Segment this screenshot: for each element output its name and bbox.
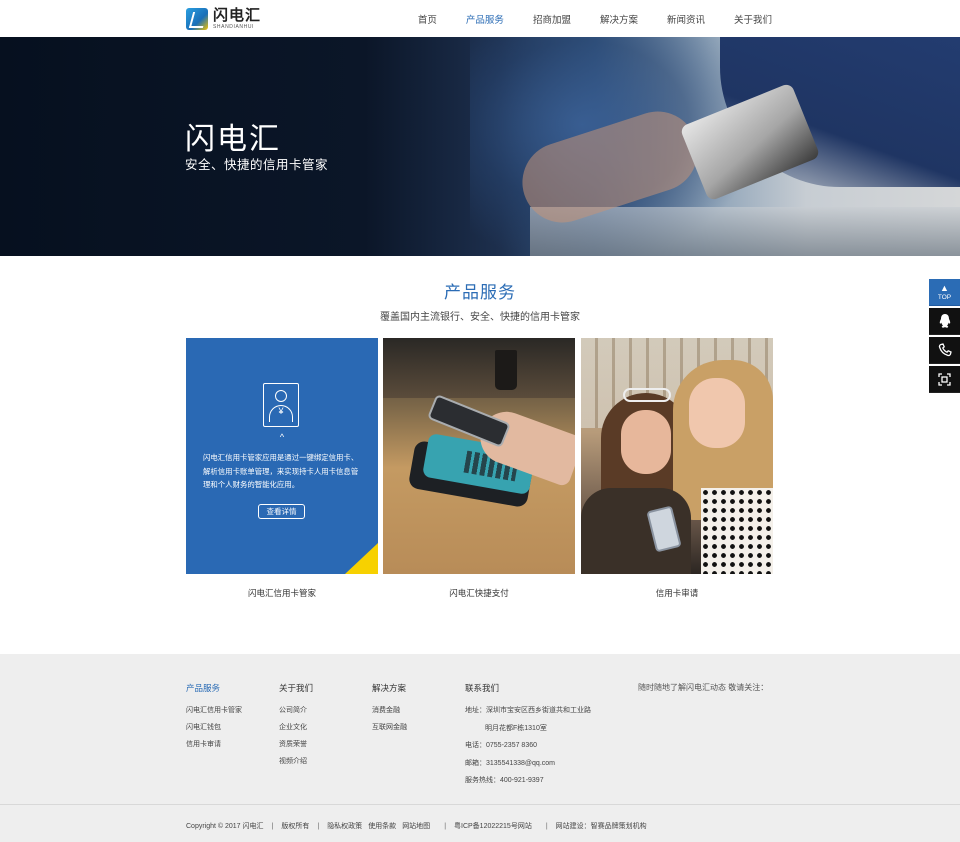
contact-email: 邮箱：3135541338@qq.com xyxy=(465,759,555,767)
back-to-top-button[interactable]: ▲ TOP xyxy=(929,279,960,306)
main-nav: 首页 产品服务 招商加盟 解决方案 新闻资讯 关于我们 xyxy=(389,0,772,37)
site-header: 闪电汇 SHANDIANHUI 首页 产品服务 招商加盟 解决方案 新闻资讯 关… xyxy=(0,0,960,37)
sitemap-link[interactable]: 网站地图 xyxy=(402,821,430,831)
footer-follow-text: 随时随地了解闪电汇动态 敬请关注： xyxy=(638,683,769,692)
section-subtitle: 覆盖国内主流银行、安全、快捷的信用卡管家 xyxy=(380,312,580,323)
card-caption-quick-pay[interactable]: 闪电汇快捷支付 xyxy=(383,587,575,599)
photo-sunglasses xyxy=(623,388,671,402)
copyright-text: Copyright © 2017 闪电汇 xyxy=(186,823,264,830)
footer-col-about: 关于我们 公司简介 企业文化 资质荣誉 视频介绍 xyxy=(279,682,313,774)
product-card-card-application[interactable] xyxy=(581,338,773,574)
product-card-quick-pay[interactable] xyxy=(383,338,575,574)
chevron-up-icon: ^ xyxy=(279,432,285,442)
footer-heading: 解决方案 xyxy=(372,683,407,693)
card-caption-credit-manager[interactable]: 闪电汇信用卡管家 xyxy=(186,587,378,599)
footer-link[interactable]: 消费金融 xyxy=(372,706,407,715)
footer-link[interactable]: 闪电汇钱包 xyxy=(186,723,242,732)
privacy-link[interactable]: 隐私权政策 xyxy=(327,821,362,831)
nav-item-franchise[interactable]: 招商加盟 xyxy=(533,12,571,26)
photo-person-right xyxy=(689,378,745,448)
footer-heading: 产品服务 xyxy=(186,683,221,693)
logo-subtext: SHANDIANHUI xyxy=(213,24,255,30)
contact-hotline: 服务热线：400-921-9397 xyxy=(465,777,544,784)
banner-subtitle: 安全、快捷的信用卡管家 xyxy=(185,158,329,172)
rights-text: 版权所有 xyxy=(281,823,310,830)
contact-phone: 电话：0755-2357 8360 xyxy=(465,742,537,749)
footer-col-products: 产品服务 闪电汇信用卡管家 闪电汇钱包 信用卡审请 xyxy=(186,682,242,757)
qrcode-button[interactable] xyxy=(929,366,960,393)
footer-divider xyxy=(0,804,960,805)
product-card-credit-manager[interactable]: ¥ ^ 闪电汇信用卡管家应用是通过一键绑定信用卡、解析信用卡账单管理，来实现持卡… xyxy=(186,338,378,574)
contact-address-line2: 明月花都F栋1310室 xyxy=(485,724,547,732)
footer-heading: 联系我们 xyxy=(465,683,500,693)
footer-bottom-bar: Copyright © 2017 闪电汇 | 版权所有 | 隐私权政策 使用条款… xyxy=(186,821,647,831)
nav-item-solutions[interactable]: 解决方案 xyxy=(600,12,638,26)
footer-heading: 关于我们 xyxy=(279,683,314,693)
contact-address: 地址：深圳市宝安区西乡街道共和工业路 xyxy=(465,707,591,714)
card-description: 闪电汇信用卡管家应用是通过一键绑定信用卡、解析信用卡账单管理，来实现持卡人用卡信… xyxy=(203,453,359,489)
nav-item-home[interactable]: 首页 xyxy=(418,12,437,26)
footer-col-contact: 联系我们 地址：深圳市宝安区西乡街道共和工业路 明月花都F栋1310室 电话：0… xyxy=(465,682,591,794)
photo-person-left xyxy=(621,410,671,474)
site-footer: 产品服务 闪电汇信用卡管家 闪电汇钱包 信用卡审请 关于我们 公司简介 企业文化… xyxy=(0,654,960,842)
qq-button[interactable] xyxy=(929,308,960,335)
footer-link[interactable]: 企业文化 xyxy=(279,723,313,732)
arrow-up-icon: ▲ xyxy=(940,282,949,293)
footer-col-solutions: 解决方案 消费金融 互联网金融 xyxy=(372,682,407,740)
builder-text: 网站建设：智赛品牌策划机构 xyxy=(555,823,647,830)
logo-text: 闪电汇 xyxy=(213,7,262,24)
section-title: 产品服务 xyxy=(444,283,516,302)
card-corner-accent xyxy=(345,543,378,574)
terms-link[interactable]: 使用条款 xyxy=(368,821,396,831)
footer-link[interactable]: 信用卡审请 xyxy=(186,740,242,749)
view-details-button[interactable]: 查看详情 xyxy=(258,504,305,519)
footer-link[interactable]: 闪电汇信用卡管家 xyxy=(186,706,242,715)
qq-icon xyxy=(939,314,950,328)
logo[interactable]: 闪电汇 SHANDIANHUI xyxy=(186,7,261,31)
qrcode-icon xyxy=(938,372,951,386)
card-caption-card-application[interactable]: 信用卡审请 xyxy=(581,587,773,599)
id-card-icon: ¥ xyxy=(263,383,299,427)
phone-icon xyxy=(938,343,952,357)
nav-item-about[interactable]: 关于我们 xyxy=(734,12,772,26)
hero-banner: 闪电汇 安全、快捷的信用卡管家 xyxy=(0,37,960,256)
banner-title: 闪电汇 xyxy=(185,123,281,156)
banner-photo-counter xyxy=(530,207,960,256)
nav-item-products[interactable]: 产品服务 xyxy=(466,12,504,26)
footer-link[interactable]: 公司简介 xyxy=(279,706,313,715)
photo-cup xyxy=(495,350,517,390)
phone-button[interactable] xyxy=(929,337,960,364)
logo-mark-icon xyxy=(186,8,208,30)
footer-link[interactable]: 资质荣誉 xyxy=(279,740,313,749)
nav-item-news[interactable]: 新闻资讯 xyxy=(667,12,705,26)
icp-link[interactable]: 粤ICP备12022215号网站 xyxy=(454,821,532,831)
footer-link[interactable]: 视频介绍 xyxy=(279,757,313,766)
footer-link[interactable]: 互联网金融 xyxy=(372,723,407,732)
back-to-top-label: TOP xyxy=(937,293,952,301)
